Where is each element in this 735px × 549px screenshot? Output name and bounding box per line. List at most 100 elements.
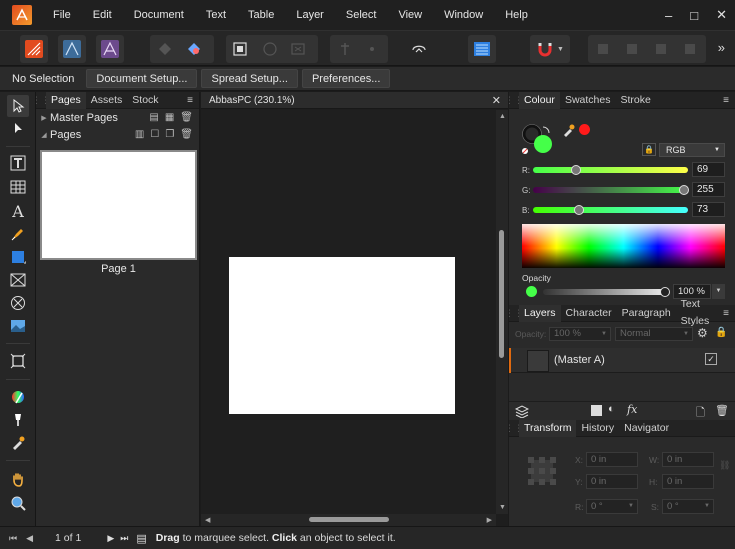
pen-tool-icon[interactable] [7, 223, 29, 245]
menu-select[interactable]: Select [335, 0, 388, 30]
baseline-grid-icon[interactable] [468, 35, 496, 63]
panel-menu-icon[interactable]: ≡ [723, 305, 729, 322]
colour-spectrum[interactable] [522, 224, 725, 268]
scroll-up-icon[interactable]: ▲ [499, 113, 506, 120]
unpin-icon[interactable] [364, 41, 380, 57]
gear-icon[interactable]: ⚙ [697, 326, 708, 340]
r-slider[interactable] [533, 167, 688, 173]
master-options-icon[interactable]: ▦ [165, 112, 174, 123]
b-value-field[interactable]: 73 [692, 202, 725, 217]
b-slider[interactable] [533, 207, 688, 213]
maximize-button[interactable]: □ [690, 8, 698, 23]
lock-icon[interactable]: 🔒 [715, 327, 727, 338]
tab-transform[interactable]: Transform [519, 419, 577, 437]
next-page-icon[interactable]: ▶ [107, 533, 114, 544]
g-slider[interactable] [533, 187, 688, 193]
tab-swatches[interactable]: Swatches [560, 92, 616, 109]
chevron-down-icon[interactable]: ◢ [38, 131, 50, 139]
add-page-icon[interactable]: ☐ [150, 129, 159, 140]
tab-history[interactable]: History [576, 420, 619, 437]
scroll-left-icon[interactable]: ◀ [205, 516, 210, 524]
picture-frame-tool-icon[interactable] [7, 269, 29, 291]
x-field[interactable]: 0 in [586, 452, 638, 467]
panel-menu-icon[interactable]: ≡ [187, 92, 193, 109]
photo-persona-icon[interactable] [96, 35, 124, 63]
toolbar-overflow-icon[interactable]: » [718, 40, 725, 55]
text-wrap-icon[interactable] [405, 35, 433, 63]
panel-grip-icon[interactable]: ⋮⋮ [32, 92, 50, 109]
b-slider-knob[interactable] [574, 205, 584, 215]
page-info-icon[interactable]: ▤ [136, 532, 146, 545]
g-value-field[interactable]: 255 [692, 182, 725, 197]
menu-table[interactable]: Table [237, 0, 285, 30]
fill-tool-icon[interactable] [7, 409, 29, 431]
lock-icon[interactable]: 🔒 [642, 143, 656, 156]
g-slider-knob[interactable] [679, 185, 689, 195]
move-backward-icon[interactable] [624, 41, 640, 57]
circle-frame-icon[interactable] [262, 41, 278, 57]
tab-stroke[interactable]: Stroke [615, 92, 655, 109]
rotation-field[interactable]: 0 ° ▼ [586, 499, 638, 514]
opacity-slider[interactable] [543, 289, 667, 295]
layer-visibility-checkbox[interactable]: ✓ [705, 353, 717, 365]
move-front-icon[interactable] [682, 41, 698, 57]
tab-colour[interactable]: Colour [519, 91, 560, 109]
layer-opacity-field[interactable]: 100 % ▼ [549, 327, 611, 341]
tab-character[interactable]: Character [561, 305, 617, 322]
document-tab[interactable]: AbbasPC (230.1%) ✕ [201, 92, 508, 109]
table-tool-icon[interactable] [7, 176, 29, 198]
w-field[interactable]: 0 in [662, 452, 714, 467]
tab-pages[interactable]: Pages [46, 91, 86, 109]
page-layout-icon[interactable]: ▥ [135, 129, 144, 140]
blend-mode-select[interactable]: Normal ▼ [615, 327, 693, 341]
menu-help[interactable]: Help [494, 0, 539, 30]
spread-setup-button[interactable]: Spread Setup... [201, 69, 298, 88]
crop-tool-icon[interactable] [7, 350, 29, 372]
scroll-down-icon[interactable]: ▼ [499, 504, 506, 511]
rectangle-tool-icon[interactable] [7, 246, 29, 268]
node-tool-icon[interactable] [7, 117, 29, 139]
close-button[interactable]: ✕ [716, 7, 727, 23]
frame-fit-icon[interactable] [290, 41, 306, 57]
panel-grip-icon[interactable]: ⋮⋮ [505, 92, 523, 109]
link-icon[interactable]: ⛓ [719, 460, 730, 471]
mask-layer-icon[interactable] [591, 405, 602, 416]
tab-assets[interactable]: Assets [86, 92, 128, 109]
delete-page-icon[interactable]: 🗑 [180, 129, 193, 140]
layers-stack-icon[interactable] [515, 405, 529, 418]
tab-paragraph[interactable]: Paragraph [617, 305, 676, 322]
minimize-button[interactable]: – [665, 8, 672, 23]
menu-edit[interactable]: Edit [82, 0, 123, 30]
eyedropper-tool-icon[interactable] [7, 432, 29, 454]
artistic-text-tool-icon[interactable]: A [7, 200, 29, 222]
menu-text[interactable]: Text [195, 0, 237, 30]
anchor-point-selector[interactable] [527, 456, 557, 486]
tab-stock[interactable]: Stock [127, 92, 163, 109]
zoom-tool-icon[interactable] [7, 492, 29, 514]
ellipse-frame-tool-icon[interactable] [7, 292, 29, 314]
close-document-icon[interactable]: ✕ [492, 94, 501, 107]
page-options-icon[interactable]: ❐ [165, 129, 174, 140]
menu-file[interactable]: File [42, 0, 82, 30]
eyedropper-icon[interactable] [562, 123, 576, 137]
h-field[interactable]: 0 in [662, 474, 714, 489]
menu-document[interactable]: Document [123, 0, 195, 30]
delete-layer-icon[interactable]: 🗑 [715, 404, 729, 417]
vertical-scroll-thumb[interactable] [499, 230, 504, 358]
current-colour-swatch[interactable] [579, 124, 590, 135]
document-setup-button[interactable]: Document Setup... [86, 69, 198, 88]
r-value-field[interactable]: 69 [692, 162, 725, 177]
tab-navigator[interactable]: Navigator [619, 420, 674, 437]
horizontal-scroll-thumb[interactable] [309, 517, 389, 522]
assets-share-icon[interactable] [186, 41, 202, 57]
menu-window[interactable]: Window [433, 0, 494, 30]
text-frame-tool-icon[interactable] [7, 152, 29, 174]
panel-grip-icon[interactable]: ⋮⋮ [505, 420, 523, 437]
opacity-slider-knob[interactable] [660, 287, 670, 297]
move-forward-icon[interactable] [653, 41, 669, 57]
move-back-icon[interactable] [595, 41, 611, 57]
pages-row[interactable]: ◢ Pages ▥ ☐ ❐ 🗑 [36, 126, 199, 143]
previous-page-icon[interactable]: ◀ [26, 533, 33, 544]
text-frame-icon[interactable] [232, 41, 248, 57]
scroll-right-icon[interactable]: ▶ [487, 516, 492, 524]
